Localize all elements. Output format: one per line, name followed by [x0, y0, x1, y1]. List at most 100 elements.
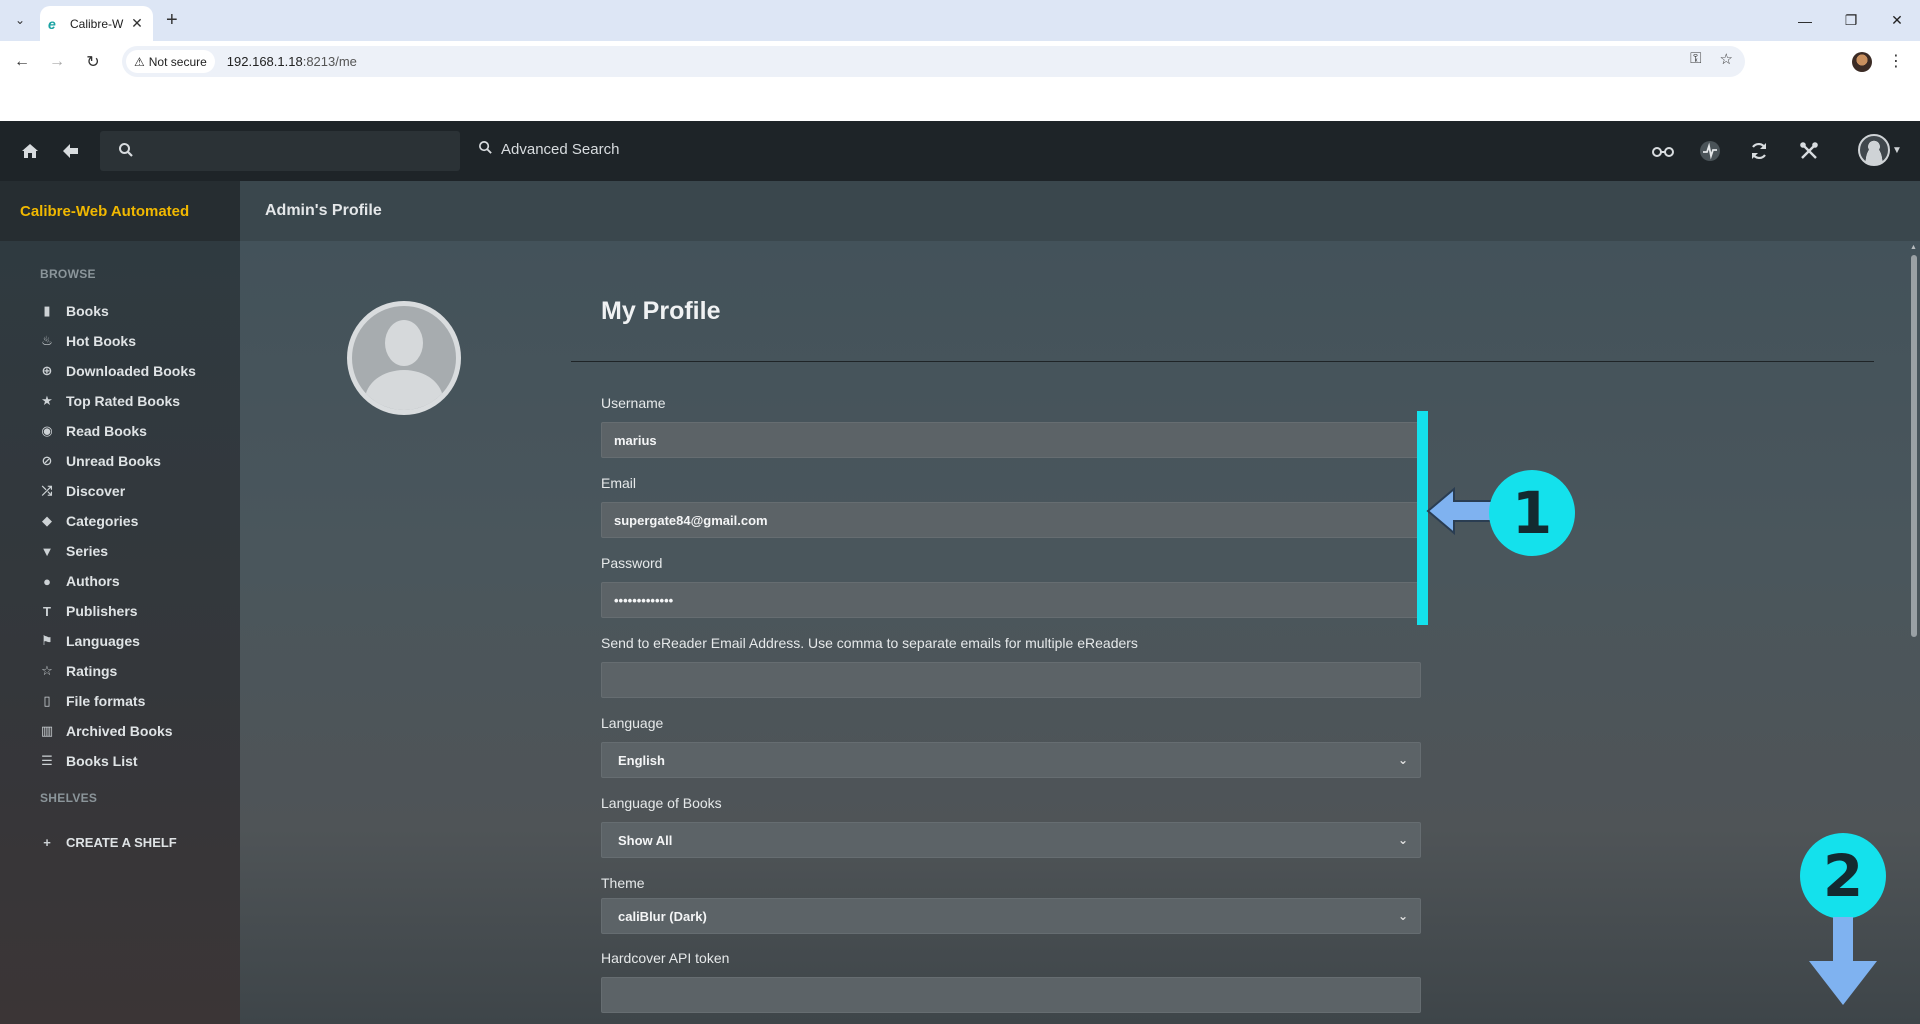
- sidebar-item-label: Authors: [66, 573, 120, 589]
- browser-menu-icon[interactable]: ⋮: [1888, 51, 1904, 71]
- sidebar-item-books-list[interactable]: ☰ Books List: [38, 750, 138, 772]
- sidebar-item-label: Books List: [66, 753, 138, 769]
- sidebar-item-languages[interactable]: ⚑ Languages: [38, 630, 140, 652]
- sidebar-item-label: Top Rated Books: [66, 393, 181, 409]
- file-icon: ▯: [43, 693, 51, 708]
- browse-heading: BROWSE: [40, 267, 96, 281]
- sidebar-item-series[interactable]: ▼ Series: [38, 540, 108, 562]
- advanced-search-link[interactable]: Advanced Search: [478, 140, 619, 159]
- sidebar-item-publishers[interactable]: T Publishers: [38, 600, 138, 622]
- search-icon: [118, 142, 134, 163]
- security-indicator[interactable]: ⚠ Not secure: [126, 50, 215, 73]
- tab-close-icon[interactable]: ✕: [129, 15, 145, 32]
- ereader-email-field[interactable]: [601, 662, 1421, 698]
- forward-arrow-icon[interactable]: →: [44, 49, 70, 75]
- sidebar-item-label: File formats: [66, 693, 146, 709]
- address-bar[interactable]: ⚠ Not secure 192.168.1.18:8213/me ⚿ ☆: [122, 46, 1745, 77]
- sidebar-item-label: Read Books: [66, 423, 147, 439]
- sidebar-item-label: Categories: [66, 513, 139, 529]
- sidebar-item-read-books[interactable]: ◉ Read Books: [38, 420, 147, 442]
- restore-button[interactable]: ❐: [1828, 0, 1874, 41]
- security-label: Not secure: [148, 54, 207, 69]
- browser-profile-avatar[interactable]: [1852, 52, 1872, 72]
- sidebar-item-label: Books: [66, 303, 109, 319]
- readers-glasses-icon[interactable]: [1651, 139, 1675, 163]
- scroll-up-icon[interactable]: ▲: [1910, 244, 1917, 251]
- shuffle-icon: ⤮: [41, 483, 53, 498]
- text-size-icon: T: [43, 603, 51, 619]
- sidebar-item-categories[interactable]: ◆ Categories: [38, 510, 138, 532]
- language-value: English: [618, 752, 665, 768]
- sidebar-item-file-formats[interactable]: ▯ File formats: [38, 690, 145, 712]
- admin-tools-icon[interactable]: [1797, 139, 1821, 163]
- annotation-step-2: 2: [1800, 833, 1886, 919]
- avatar-body-shape: [365, 370, 443, 410]
- sidebar-item-archived-books[interactable]: ▥ Archived Books: [38, 720, 173, 742]
- page-scrollbar[interactable]: ▲: [1908, 241, 1920, 1024]
- sidebar-item-unread-books[interactable]: ⊘ Unread Books: [38, 450, 161, 472]
- close-window-button[interactable]: ✕: [1874, 0, 1920, 41]
- refresh-sync-icon[interactable]: [1747, 139, 1771, 163]
- advanced-search-icon: [478, 140, 493, 159]
- shelves-heading: SHELVES: [40, 791, 98, 805]
- tab-search-button[interactable]: ⌄: [8, 8, 32, 32]
- caret-down-icon: ▼: [1892, 144, 1902, 156]
- page-top-blank: [0, 82, 1920, 121]
- user-account-menu[interactable]: ▼: [1858, 134, 1902, 166]
- form-title: My Profile: [601, 297, 721, 325]
- calibre-favicon-icon: e: [48, 15, 56, 32]
- books-language-select[interactable]: Show All ⌄: [601, 822, 1421, 858]
- sidebar-item-ratings[interactable]: ☆ Ratings: [38, 660, 117, 682]
- password-field[interactable]: •••••••••••••: [601, 582, 1421, 618]
- eye-icon: ◉: [41, 423, 53, 438]
- email-field[interactable]: supergate84@gmail.com: [601, 502, 1421, 538]
- theme-label: Theme: [601, 875, 645, 891]
- ereader-email-label: Send to eReader Email Address. Use comma…: [601, 635, 1138, 651]
- sidebar-item-label: Archived Books: [66, 723, 173, 739]
- sidebar-item-label: Unread Books: [66, 453, 161, 469]
- chevron-down-icon: ⌄: [1397, 909, 1408, 923]
- sidebar-item-discover[interactable]: ⤮ Discover: [38, 480, 125, 502]
- sidebar-item-label: Ratings: [66, 663, 118, 679]
- brand-logo-text[interactable]: Calibre-Web Automated: [20, 203, 189, 220]
- scrollbar-thumb[interactable]: [1911, 255, 1917, 637]
- profile-avatar-icon: [347, 301, 461, 415]
- password-key-icon[interactable]: ⚿: [1690, 50, 1701, 68]
- trash-icon: ▥: [40, 723, 54, 738]
- hardcover-token-field[interactable]: [601, 977, 1421, 1013]
- fire-icon: ♨: [41, 333, 53, 348]
- theme-select[interactable]: caliBlur (Dark) ⌄: [601, 898, 1421, 934]
- reload-icon[interactable]: ↻: [80, 49, 106, 75]
- brand-bar: Calibre-Web Automated: [0, 181, 240, 241]
- avatar-head-shape: [385, 320, 423, 366]
- browser-tab[interactable]: e Calibre-W ✕: [40, 6, 153, 41]
- back-arrow-icon[interactable]: ←: [9, 49, 35, 75]
- browser-tabstrip: ⌄ e Calibre-W ✕ + — ❐ ✕: [0, 0, 1920, 41]
- bookmark-star-icon[interactable]: ☆: [1720, 50, 1733, 68]
- activity-pulse-icon[interactable]: [1698, 139, 1722, 163]
- warning-triangle-icon: ⚠: [134, 54, 145, 69]
- sidebar-item-books[interactable]: ▮ Books: [38, 300, 109, 322]
- home-icon[interactable]: [18, 139, 42, 163]
- url-host: 192.168.1.18: [226, 54, 303, 69]
- sidebar-item-downloaded-books[interactable]: ⊕ Downloaded Books: [38, 360, 196, 382]
- books-language-label: Language of Books: [601, 795, 722, 811]
- sidebar-item-hot-books[interactable]: ♨ Hot Books: [38, 330, 136, 352]
- language-select[interactable]: English ⌄: [601, 742, 1421, 778]
- new-tab-button[interactable]: +: [166, 9, 178, 32]
- back-icon[interactable]: [58, 139, 82, 163]
- profile-main: My Profile Username marius Email superga…: [240, 241, 1920, 1024]
- search-input[interactable]: [100, 131, 460, 171]
- minimize-button[interactable]: —: [1782, 0, 1828, 41]
- sidebar-item-top-rated-books[interactable]: ★ Top Rated Books: [38, 390, 180, 412]
- user-icon: ●: [43, 573, 51, 589]
- window-controls: — ❐ ✕: [1782, 0, 1920, 41]
- annotation-arrow-left-icon: [1426, 486, 1495, 536]
- url-text: 192.168.1.18:8213/me: [227, 54, 357, 69]
- sidebar-item-authors[interactable]: ● Authors: [38, 570, 120, 592]
- password-label: Password: [601, 555, 663, 571]
- username-field[interactable]: marius: [601, 422, 1421, 458]
- create-shelf-link[interactable]: + CREATE A SHELF: [38, 831, 177, 853]
- flag-icon: ⚑: [41, 633, 53, 648]
- app-navbar: Advanced Search ▼: [0, 121, 1920, 181]
